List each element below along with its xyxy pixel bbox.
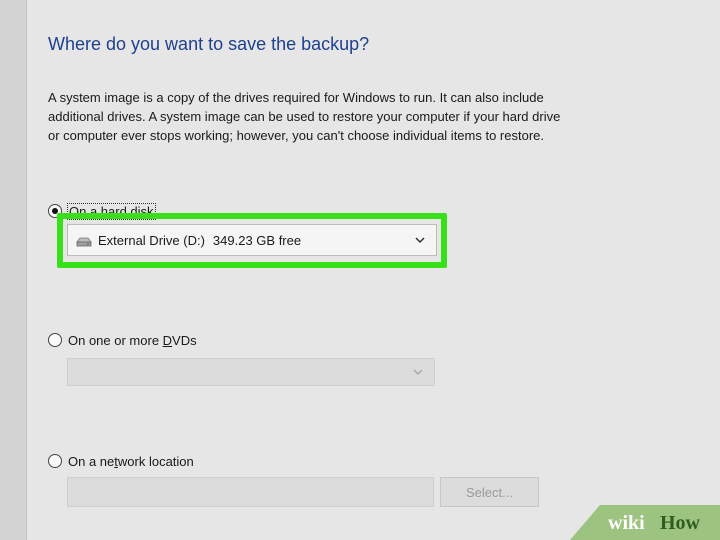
edge-divider xyxy=(26,0,27,540)
description-line: additional drives. A system image can be… xyxy=(48,109,561,124)
dvd-drive-select xyxy=(67,358,435,386)
description: A system image is a copy of the drives r… xyxy=(48,88,658,145)
drive-select[interactable]: External Drive (D:) 349.23 GB free xyxy=(67,224,437,256)
radio-button[interactable] xyxy=(48,454,62,468)
label-accelerator: D xyxy=(162,332,173,348)
radio-dvd[interactable]: On one or more DVDs xyxy=(48,331,197,349)
left-edge-panel xyxy=(0,0,26,540)
chevron-down-icon[interactable] xyxy=(414,234,426,246)
label-text: On a ne xyxy=(68,453,115,469)
network-location-input xyxy=(67,477,434,507)
drive-icon xyxy=(76,237,92,246)
radio-network-label[interactable]: On a network location xyxy=(68,454,194,469)
watermark-wiki: wiki xyxy=(608,512,645,534)
drive-select-name: External Drive (D:) xyxy=(98,232,205,248)
label-text: On one or more xyxy=(68,332,163,348)
page-title: Where do you want to save the backup? xyxy=(48,34,370,54)
radio-dvd-label[interactable]: On one or more DVDs xyxy=(68,333,197,348)
select-button: Select... xyxy=(440,477,539,507)
description-line: A system image is a copy of the drives r… xyxy=(48,90,544,105)
label-text: work location xyxy=(117,453,194,469)
wikihow-watermark: wiki How xyxy=(570,505,720,540)
label-text: VDs xyxy=(172,332,197,348)
description-line: or computer ever stops working; however,… xyxy=(48,128,544,143)
drive-select-free-space: 349.23 GB free xyxy=(212,232,302,248)
watermark-how: How xyxy=(660,512,701,534)
chevron-down-icon xyxy=(413,369,423,376)
radio-network[interactable]: On a network location xyxy=(48,452,194,470)
radio-button[interactable] xyxy=(48,333,62,347)
